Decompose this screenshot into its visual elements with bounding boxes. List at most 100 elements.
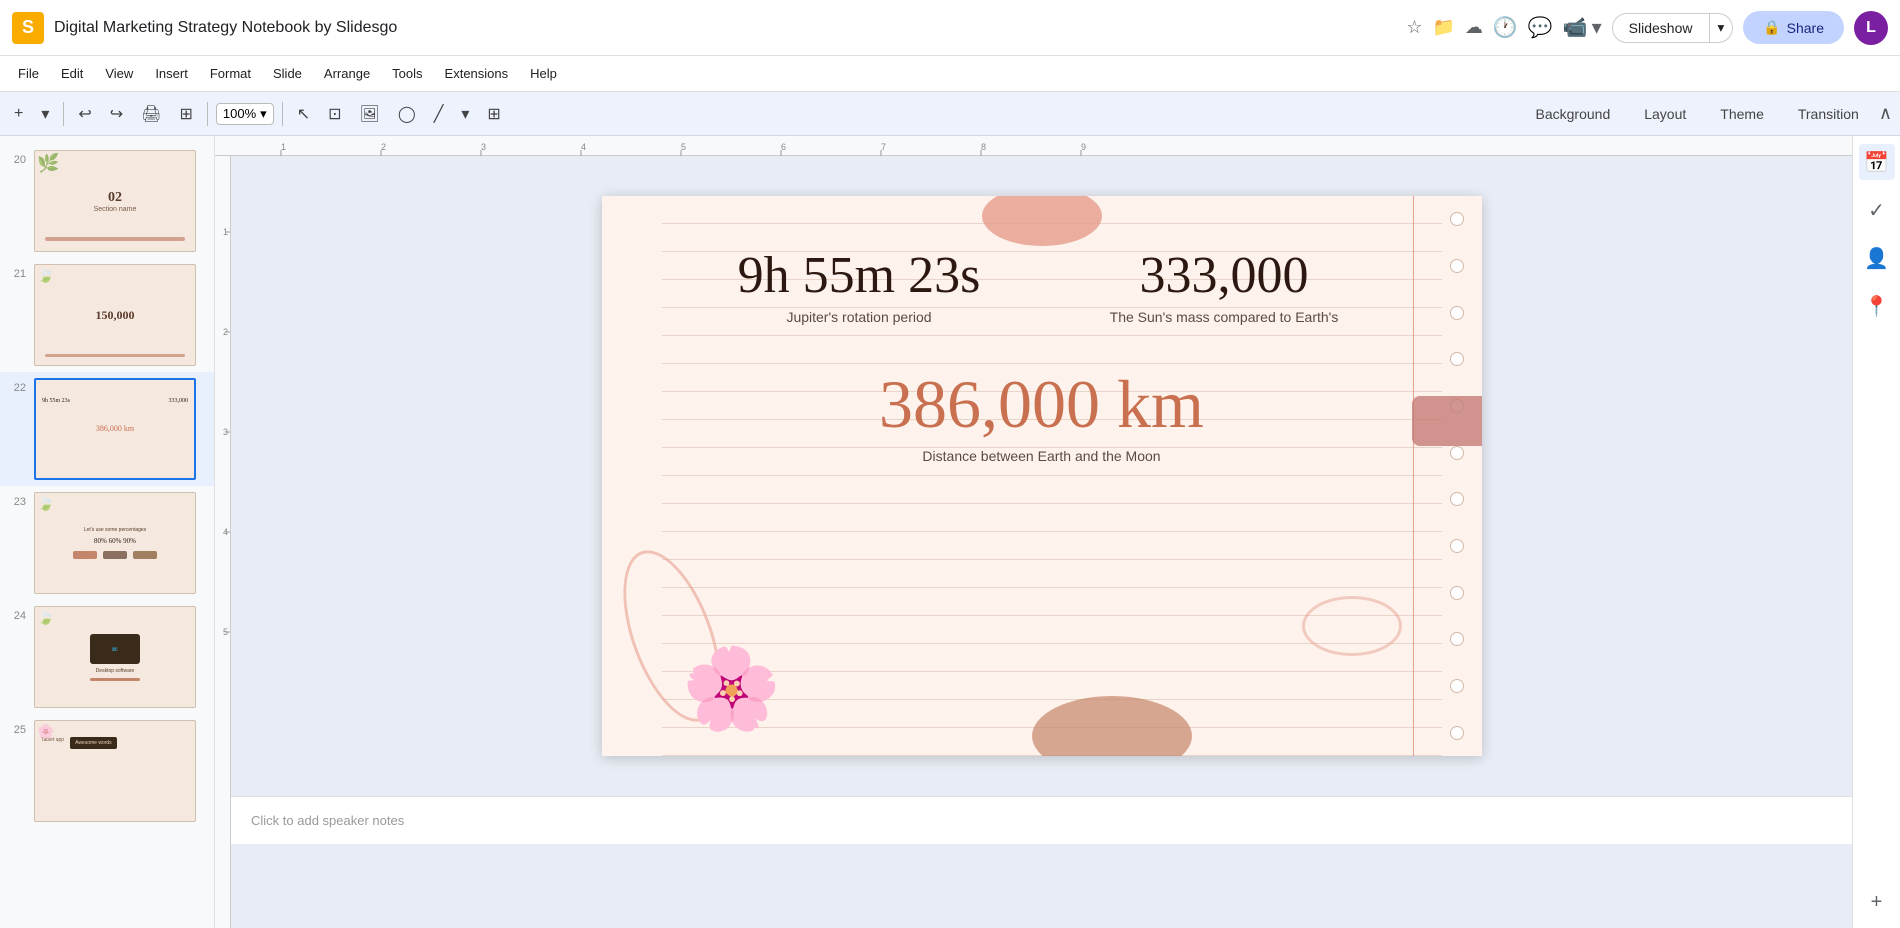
thumb-24-bar	[90, 678, 140, 681]
star-icon[interactable]: ☆	[1406, 17, 1422, 38]
menu-file[interactable]: File	[8, 62, 49, 85]
shape-button[interactable]: ◯	[392, 100, 422, 128]
folder-icon[interactable]: 📁	[1432, 17, 1454, 38]
zoom-arrow-icon: ▾	[260, 106, 267, 122]
print-button[interactable]: 🖨	[135, 100, 167, 128]
meet-arrow: ▾	[1592, 15, 1602, 40]
theme-button[interactable]: Theme	[1706, 101, 1778, 127]
share-label: Share	[1787, 20, 1824, 36]
meet-icon: 📹	[1563, 15, 1588, 40]
menu-extensions[interactable]: Extensions	[435, 62, 519, 85]
ruler-h-svg: 1 2 3 4 5 6 7 8 9	[231, 136, 1852, 156]
stat-item-2: 333,000 The Sun's mass compared to Earth…	[1047, 246, 1402, 325]
stat-label-1: Jupiter's rotation period	[786, 309, 931, 325]
slide-item-22[interactable]: 22 9h 55m 23s 333,000 386,000 km	[0, 372, 214, 486]
svg-text:6: 6	[781, 142, 786, 152]
menu-view[interactable]: View	[95, 62, 143, 85]
sidebar-icon-check[interactable]: ✓	[1859, 192, 1895, 228]
slide-item-25[interactable]: 25 Tablet app Awesome words 🌸	[0, 714, 214, 828]
person-icon: 👤	[1864, 246, 1889, 271]
thumb-23-nums: 80% 60% 90%	[94, 537, 136, 545]
menu-arrange[interactable]: Arrange	[314, 62, 380, 85]
svg-text:3: 3	[481, 142, 486, 152]
zoom-control[interactable]: 100% ▾	[216, 103, 274, 125]
cursor-button[interactable]: ↖	[291, 100, 316, 128]
history-button[interactable]: 🕐	[1493, 15, 1518, 40]
transition-button[interactable]: Transition	[1784, 101, 1873, 127]
thumb-21-bar	[45, 354, 185, 357]
select-button[interactable]: ⊡	[322, 100, 347, 128]
ruler-vertical: 1 2 3 4 5	[215, 156, 231, 928]
share-button[interactable]: 🔒 Share	[1743, 11, 1844, 44]
slide-item-23[interactable]: 23 Let's use some percentages 80% 60% 90…	[0, 486, 214, 600]
calendar-icon: 📅	[1864, 150, 1889, 175]
add-button[interactable]: +	[8, 101, 29, 127]
redo-button[interactable]: ↪	[104, 100, 129, 128]
app-logo[interactable]: S	[12, 12, 44, 44]
menu-format[interactable]: Format	[200, 62, 261, 85]
slide-thumb-24[interactable]: 📺 Desktop software 🍃	[34, 606, 196, 708]
cloud-icon[interactable]: ☁	[1465, 17, 1483, 38]
menu-slide[interactable]: Slide	[263, 62, 312, 85]
sidebar-icon-calendar[interactable]: 📅	[1859, 144, 1895, 180]
text-button[interactable]: ⊞	[481, 100, 506, 128]
slide-num-22: 22	[8, 382, 26, 394]
slide-num-23: 23	[8, 496, 26, 508]
slide-item-20[interactable]: 20 02 Section name 🌿	[0, 144, 214, 258]
share-lock-icon: 🔒	[1763, 19, 1780, 36]
app-logo-letter: S	[22, 17, 34, 38]
toolbar-sep-3	[282, 102, 283, 126]
user-avatar[interactable]: L	[1854, 11, 1888, 45]
deco-flower: 🌸	[682, 642, 782, 736]
title-icons: ☆ 📁 ☁	[1406, 17, 1483, 38]
menu-tools[interactable]: Tools	[382, 62, 432, 85]
thumb-22-stat3: 386,000 km	[96, 424, 134, 433]
menu-help[interactable]: Help	[520, 62, 567, 85]
sidebar-icon-plus[interactable]: +	[1859, 884, 1895, 920]
canvas-area[interactable]: 9h 55m 23s Jupiter's rotation period 333…	[231, 156, 1852, 928]
undo-button[interactable]: ↩	[72, 100, 97, 128]
slide-thumb-20[interactable]: 02 Section name 🌿	[34, 150, 196, 252]
sidebar-icon-person[interactable]: 👤	[1859, 240, 1895, 276]
slide-num-25: 25	[8, 724, 26, 736]
slide-num-24: 24	[8, 610, 26, 622]
meet-button[interactable]: 📹 ▾	[1563, 15, 1602, 40]
slide-thumb-22[interactable]: 9h 55m 23s 333,000 386,000 km	[34, 378, 196, 480]
background-button[interactable]: Background	[1522, 101, 1625, 127]
add-arrow-button[interactable]: ▾	[35, 100, 55, 128]
thumb-23-content: Let's use some percentages 80% 60% 90%	[35, 493, 195, 593]
thumb-21-num: 150,000	[96, 308, 135, 323]
layout-button[interactable]: Layout	[1630, 101, 1700, 127]
bar3	[133, 551, 157, 559]
slide-thumb-23[interactable]: Let's use some percentages 80% 60% 90% 🍃	[34, 492, 196, 594]
slide-item-24[interactable]: 24 📺 Desktop software 🍃	[0, 600, 214, 714]
slide-content: 9h 55m 23s Jupiter's rotation period 333…	[602, 196, 1482, 756]
slide-thumb-21[interactable]: 150,000 🍃	[34, 264, 196, 366]
svg-text:9: 9	[1081, 142, 1086, 152]
slideshow-button[interactable]: Slideshow	[1612, 13, 1710, 43]
svg-text:2: 2	[381, 142, 386, 152]
svg-text:5: 5	[681, 142, 686, 152]
slideshow-arrow-button[interactable]: ▾	[1710, 13, 1734, 43]
slide-item-21[interactable]: 21 150,000 🍃	[0, 258, 214, 372]
line-button[interactable]: ╱	[428, 100, 450, 128]
sidebar-icon-map[interactable]: 📍	[1859, 288, 1895, 324]
speaker-notes[interactable]: Click to add speaker notes	[231, 796, 1852, 844]
slide-canvas[interactable]: 9h 55m 23s Jupiter's rotation period 333…	[602, 196, 1482, 756]
menu-edit[interactable]: Edit	[51, 62, 93, 85]
comment-button[interactable]: 💬	[1528, 15, 1553, 40]
stat-value-2: 333,000	[1140, 246, 1309, 305]
image-button[interactable]: 🖼	[354, 100, 386, 128]
check-icon: ✓	[1868, 198, 1885, 223]
stat-value-1: 9h 55m 23s	[738, 246, 981, 305]
slide-thumb-25[interactable]: Tablet app Awesome words 🌸	[34, 720, 196, 822]
svg-text:8: 8	[981, 142, 986, 152]
menu-insert[interactable]: Insert	[145, 62, 198, 85]
ruler-v-svg: 1 2 3 4 5	[215, 192, 230, 892]
line-arrow-button[interactable]: ▾	[455, 100, 475, 128]
thumb-22-stat2: 333,000	[169, 398, 189, 404]
options-button[interactable]: ⊞	[174, 100, 199, 128]
toolbar-collapse-button[interactable]: ∧	[1879, 103, 1892, 124]
canvas-main: 1 2 3 4 5	[215, 156, 1852, 928]
thumb-25-deco: 🌸	[37, 723, 54, 740]
